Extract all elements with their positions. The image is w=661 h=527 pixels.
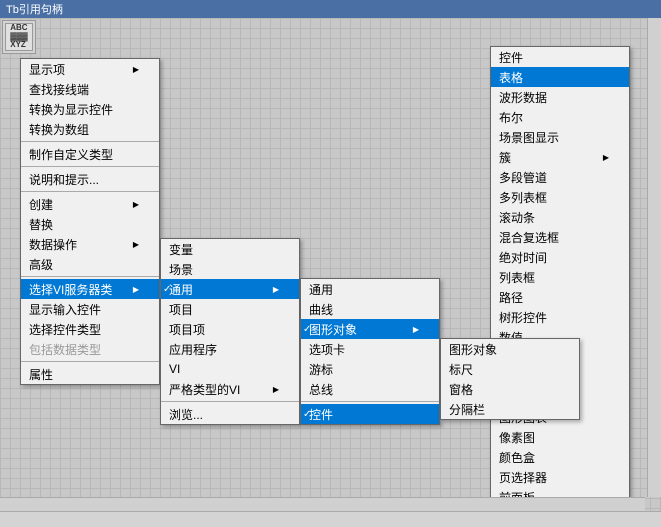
- menu-item-select-vi[interactable]: 选择VI服务器类▶: [21, 279, 159, 299]
- menu-item-variable[interactable]: 变量: [161, 239, 299, 259]
- menu-item-scene-display[interactable]: 场景图显示: [491, 127, 629, 147]
- context-menu-1: 显示项▶查找接线端转换为显示控件转换为数组制作自定义类型说明和提示... 创建▶替…: [20, 58, 160, 385]
- menu-separator: [161, 401, 299, 402]
- menu-item-scrollbar[interactable]: 滚动条: [491, 207, 629, 227]
- menu-separator: [301, 401, 439, 402]
- context-menu-2: 变量场景✓通用▶项目项目项应用程序VI严格类型的VI▶ 浏览...: [160, 238, 300, 425]
- menu-separator: [21, 166, 159, 167]
- context-menu-graph-obj: 图形对象标尺窗格分隔栏: [440, 338, 580, 420]
- main-area: ABC▓▓▓XYZ 显示项▶查找接线端转换为显示控件转换为数组制作自定义类型说明…: [0, 18, 661, 527]
- menu-item-curve[interactable]: 曲线: [301, 299, 439, 319]
- menu-item-table[interactable]: 表格: [491, 67, 629, 87]
- menu-item-page-selector[interactable]: 页选择器: [491, 467, 629, 487]
- menu-item-combo-check[interactable]: 混合复选框: [491, 227, 629, 247]
- menu-item-show-items[interactable]: 显示项▶: [21, 59, 159, 79]
- vertical-scrollbar[interactable]: [647, 18, 661, 497]
- menu-item-cluster[interactable]: 簇▶: [491, 147, 629, 167]
- horizontal-scrollbar[interactable]: [0, 497, 645, 511]
- menu-item-color-box[interactable]: 颜色盒: [491, 447, 629, 467]
- menu-item-data-ops[interactable]: 数据操作▶: [21, 234, 159, 254]
- menu-item-select-type[interactable]: 选择控件类型: [21, 319, 159, 339]
- menu-item-project-item[interactable]: 项目项: [161, 319, 299, 339]
- menu-item-graph-obj-item[interactable]: 图形对象: [441, 339, 579, 359]
- menu-item-replace[interactable]: 替换: [21, 214, 159, 234]
- menu-item-multi-pipe[interactable]: 多段管道: [491, 167, 629, 187]
- menu-item-cursor[interactable]: 游标: [301, 359, 439, 379]
- menu-item-advanced[interactable]: 高级: [21, 254, 159, 274]
- menu-item-graph-obj[interactable]: ✓图形对象▶: [301, 319, 439, 339]
- menu-item-pane[interactable]: 窗格: [441, 379, 579, 399]
- menu-item-include-type[interactable]: 包括数据类型: [21, 339, 159, 359]
- menu-item-properties[interactable]: 属性: [21, 364, 159, 384]
- menu-item-application[interactable]: 应用程序: [161, 339, 299, 359]
- status-bar: [0, 511, 661, 527]
- menu-item-bool[interactable]: 布尔: [491, 107, 629, 127]
- context-menu-3: 通用曲线✓图形对象▶选项卡游标总线 ✓控件: [300, 278, 440, 425]
- menu-item-show-input[interactable]: 显示输入控件: [21, 299, 159, 319]
- title-text: Tb引用句柄: [6, 1, 63, 17]
- menu-item-description[interactable]: 说明和提示...: [21, 169, 159, 189]
- menu-item-scene[interactable]: 场景: [161, 259, 299, 279]
- menu-separator: [21, 276, 159, 277]
- menu-item-find-terminal[interactable]: 查找接线端: [21, 79, 159, 99]
- title-bar: Tb引用句柄: [0, 0, 661, 18]
- menu-item-pixmap[interactable]: 像素图: [491, 427, 629, 447]
- toolbar-icon: ABC▓▓▓XYZ: [5, 23, 33, 51]
- menu-item-multi-listbox[interactable]: 多列表框: [491, 187, 629, 207]
- menu-item-ctrl-top[interactable]: 控件: [491, 47, 629, 67]
- menu-item-project[interactable]: 项目: [161, 299, 299, 319]
- menu-item-splitter[interactable]: 分隔栏: [441, 399, 579, 419]
- menu-item-create[interactable]: 创建▶: [21, 194, 159, 214]
- menu-item-bus[interactable]: 总线: [301, 379, 439, 399]
- menu-item-strict-vi[interactable]: 严格类型的VI▶: [161, 379, 299, 399]
- menu-separator: [21, 361, 159, 362]
- menu-item-path[interactable]: 路径: [491, 287, 629, 307]
- menu-item-tree-ctrl[interactable]: 树形控件: [491, 307, 629, 327]
- menu-item-common-item[interactable]: 通用: [301, 279, 439, 299]
- menu-item-vi[interactable]: VI: [161, 359, 299, 379]
- menu-item-ruler[interactable]: 标尺: [441, 359, 579, 379]
- menu-item-waveform[interactable]: 波形数据: [491, 87, 629, 107]
- menu-item-convert-display[interactable]: 转换为显示控件: [21, 99, 159, 119]
- menu-item-ctrl[interactable]: ✓控件: [301, 404, 439, 424]
- menu-item-common[interactable]: ✓通用▶: [161, 279, 299, 299]
- menu-item-browse[interactable]: 浏览...: [161, 404, 299, 424]
- menu-item-tab[interactable]: 选项卡: [301, 339, 439, 359]
- context-menu-4: 控件表格波形数据布尔场景图显示簇▶多段管道多列表框滚动条混合复选框绝对时间列表框…: [490, 46, 630, 527]
- menu-separator: [21, 191, 159, 192]
- toolbar: ABC▓▓▓XYZ: [2, 20, 36, 54]
- menu-item-convert-array[interactable]: 转换为数组: [21, 119, 159, 139]
- menu-item-listbox[interactable]: 列表框: [491, 267, 629, 287]
- menu-separator: [21, 141, 159, 142]
- menu-item-abs-time[interactable]: 绝对时间: [491, 247, 629, 267]
- menu-item-make-custom[interactable]: 制作自定义类型: [21, 144, 159, 164]
